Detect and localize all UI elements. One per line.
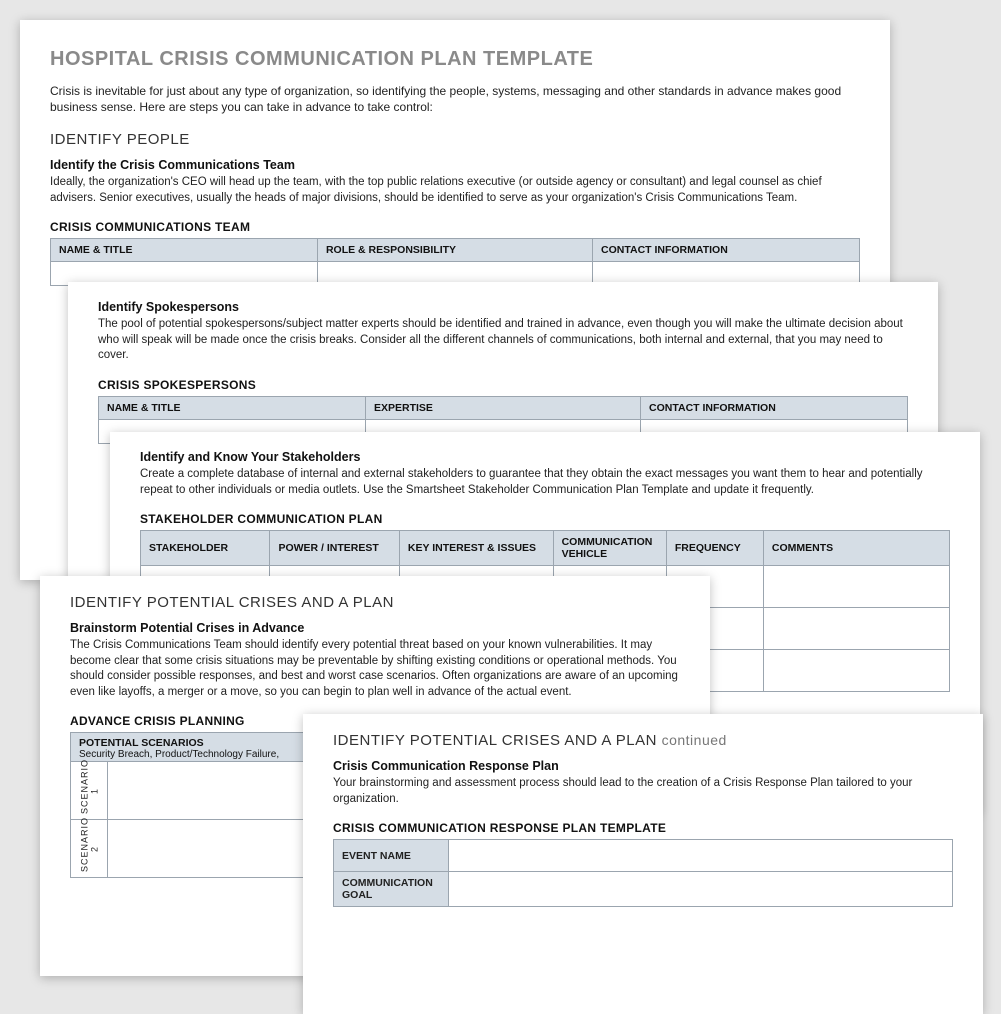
col-key-interest: KEY INTEREST & ISSUES xyxy=(399,531,553,566)
col-comments: COMMENTS xyxy=(763,531,949,566)
body-brainstorm: The Crisis Communications Team should id… xyxy=(70,638,680,700)
scenario-1-label: SCENARIO 1 xyxy=(71,762,108,820)
intro-paragraph: Crisis is inevitable for just about any … xyxy=(50,83,860,115)
col-role: ROLE & RESPONSIBILITY xyxy=(317,239,592,262)
doc-page-5: IDENTIFY POTENTIAL CRISES AND A PLAN con… xyxy=(303,714,983,1014)
continued-label: continued xyxy=(662,732,727,748)
col-name-title: NAME & TITLE xyxy=(99,396,366,419)
subhead-spokespersons: Identify Spokespersons xyxy=(98,300,908,314)
value-event-name xyxy=(449,840,953,872)
table-title-stakeholders: STAKEHOLDER COMMUNICATION PLAN xyxy=(140,512,950,526)
subhead-crisis-team: Identify the Crisis Communications Team xyxy=(50,158,860,172)
col-contact: CONTACT INFORMATION xyxy=(593,239,860,262)
section-identify-crises-continued: IDENTIFY POTENTIAL CRISES AND A PLAN con… xyxy=(333,732,953,749)
label-event-name: EVENT NAME xyxy=(334,840,449,872)
section-identify-crises: IDENTIFY POTENTIAL CRISES AND A PLAN xyxy=(70,594,680,611)
scenario-2-label: SCENARIO 2 xyxy=(71,820,108,878)
col-expertise: EXPERTISE xyxy=(365,396,640,419)
col-name-title: NAME & TITLE xyxy=(51,239,318,262)
table-title-crisis-team: CRISIS COMMUNICATIONS TEAM xyxy=(50,220,860,234)
table-header-row: NAME & TITLE EXPERTISE CONTACT INFORMATI… xyxy=(99,396,908,419)
body-spokespersons: The pool of potential spokespersons/subj… xyxy=(98,317,908,364)
table-title-response-template: CRISIS COMMUNICATION RESPONSE PLAN TEMPL… xyxy=(333,821,953,835)
body-stakeholders: Create a complete database of internal a… xyxy=(140,467,950,498)
col-frequency: FREQUENCY xyxy=(666,531,763,566)
subhead-brainstorm: Brainstorm Potential Crises in Advance xyxy=(70,621,680,635)
col-power-interest: POWER / INTEREST xyxy=(270,531,399,566)
subhead-stakeholders: Identify and Know Your Stakeholders xyxy=(140,450,950,464)
body-response-plan: Your brainstorming and assessment proces… xyxy=(333,776,953,807)
document-main-title: HOSPITAL CRISIS COMMUNICATION PLAN TEMPL… xyxy=(50,48,860,71)
section-title-text: IDENTIFY POTENTIAL CRISES AND A PLAN xyxy=(333,732,657,749)
subhead-response-plan: Crisis Communication Response Plan xyxy=(333,759,953,773)
section-identify-people: IDENTIFY PEOPLE xyxy=(50,131,860,148)
crisis-communications-team-table: NAME & TITLE ROLE & RESPONSIBILITY CONTA… xyxy=(50,238,860,286)
crisis-response-plan-template-table: EVENT NAME COMMUNICATION GOAL xyxy=(333,839,953,907)
value-communication-goal xyxy=(449,872,953,907)
body-crisis-team: Ideally, the organization's CEO will hea… xyxy=(50,175,860,206)
table-header-row: STAKEHOLDER POWER / INTEREST KEY INTERES… xyxy=(141,531,950,566)
table-title-spokespersons: CRISIS SPOKESPERSONS xyxy=(98,378,908,392)
row-event-name: EVENT NAME xyxy=(334,840,953,872)
row-communication-goal: COMMUNICATION GOAL xyxy=(334,872,953,907)
label-communication-goal: COMMUNICATION GOAL xyxy=(334,872,449,907)
col-stakeholder: STAKEHOLDER xyxy=(141,531,270,566)
col-contact: CONTACT INFORMATION xyxy=(641,396,908,419)
table-header-row: NAME & TITLE ROLE & RESPONSIBILITY CONTA… xyxy=(51,239,860,262)
col-comm-vehicle: COMMUNICATION VEHICLE xyxy=(553,531,666,566)
